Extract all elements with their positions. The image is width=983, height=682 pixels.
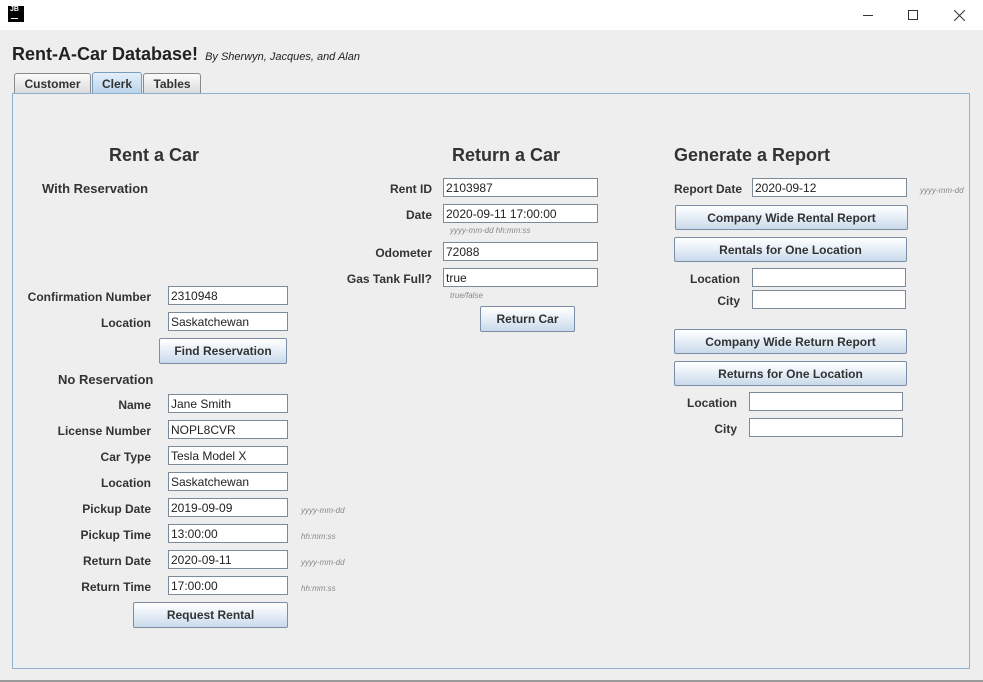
- with-reservation-heading: With Reservation: [42, 181, 149, 196]
- odometer-label: Odometer: [375, 246, 432, 260]
- pickup-date-label: Pickup Date: [82, 502, 151, 516]
- pickup-time-hint: hh:mm:ss: [301, 532, 336, 541]
- rental-report-city-label: City: [717, 294, 740, 308]
- reservation-location-field[interactable]: Saskatchewan: [168, 312, 288, 331]
- rental-location-label: Location: [101, 476, 151, 490]
- return-time-label: Return Time: [81, 580, 151, 594]
- license-number-label: License Number: [57, 424, 151, 438]
- rental-report-location-field[interactable]: [752, 268, 906, 287]
- return-report-location-field[interactable]: [749, 392, 903, 411]
- pickup-time-label: Pickup Time: [80, 528, 151, 542]
- company-wide-rental-report-button[interactable]: Company Wide Rental Report: [675, 205, 908, 230]
- return-date-hint: yyyy-mm-dd: [301, 558, 345, 567]
- report-date-hint: yyyy-mm-dd: [920, 186, 964, 195]
- reservation-location-label: Location: [101, 316, 151, 330]
- return-time-field[interactable]: 17:00:00: [168, 576, 288, 595]
- pickup-date-field[interactable]: 2019-09-09: [168, 498, 288, 517]
- car-type-field[interactable]: Tesla Model X: [168, 446, 288, 465]
- minimize-icon[interactable]: [845, 0, 891, 30]
- app-icon: JB: [8, 6, 24, 22]
- close-icon[interactable]: [936, 0, 982, 30]
- report-date-label: Report Date: [674, 182, 743, 196]
- rental-location-field[interactable]: Saskatchewan: [168, 472, 288, 491]
- gas-tank-hint: true/false: [450, 291, 483, 300]
- return-heading: Return a Car: [452, 145, 561, 165]
- pickup-date-hint: yyyy-mm-dd: [301, 506, 345, 515]
- pickup-time-field[interactable]: 13:00:00: [168, 524, 288, 543]
- tab-customer[interactable]: Customer: [14, 73, 91, 93]
- report-heading: Generate a Report: [674, 145, 831, 165]
- name-field[interactable]: Jane Smith: [168, 394, 288, 413]
- car-type-label: Car Type: [100, 450, 151, 464]
- title-bar: JB: [0, 0, 983, 30]
- return-report-location-label: Location: [687, 396, 737, 410]
- company-wide-return-report-button[interactable]: Company Wide Return Report: [674, 329, 907, 354]
- app-subtitle: By Sherwyn, Jacques, and Alan: [205, 51, 360, 63]
- return-report-city-field[interactable]: [749, 418, 903, 437]
- return-date-time-hint: yyyy-mm-dd hh:mm:ss: [450, 226, 531, 235]
- rental-report-location-label: Location: [690, 272, 740, 286]
- returns-for-one-location-button[interactable]: Returns for One Location: [674, 361, 907, 386]
- odometer-field[interactable]: 72088: [443, 242, 598, 261]
- app-title-text: Rent-A-Car Database!: [12, 44, 199, 64]
- gas-tank-field[interactable]: true: [443, 268, 598, 287]
- confirmation-number-field[interactable]: 2310948: [168, 286, 288, 305]
- tab-clerk[interactable]: Clerk: [92, 72, 142, 94]
- maximize-icon[interactable]: [890, 0, 936, 30]
- no-reservation-heading: No Reservation: [58, 372, 154, 387]
- return-date-field[interactable]: 2020-09-11: [168, 550, 288, 569]
- return-report-city-label: City: [714, 422, 737, 436]
- gas-tank-label: Gas Tank Full?: [346, 272, 432, 286]
- rental-report-city-field[interactable]: [752, 290, 906, 309]
- rent-id-field[interactable]: 2103987: [443, 178, 598, 197]
- return-date-time-label: Date: [405, 208, 432, 222]
- return-date-label: Return Date: [82, 554, 151, 568]
- return-time-hint: hh:mm:ss: [301, 584, 336, 593]
- confirmation-number-label: Confirmation Number: [27, 290, 151, 304]
- request-rental-button[interactable]: Request Rental: [133, 602, 288, 628]
- app-icon-label: JB: [10, 6, 19, 13]
- find-reservation-button[interactable]: Find Reservation: [159, 338, 287, 364]
- tab-tables[interactable]: Tables: [143, 73, 201, 93]
- rent-heading: Rent a Car: [109, 145, 200, 165]
- app-title: Rent-A-Car Database! By Sherwyn, Jacques…: [12, 44, 360, 65]
- rentals-for-one-location-button[interactable]: Rentals for One Location: [674, 237, 907, 262]
- return-car-button[interactable]: Return Car: [480, 306, 575, 332]
- rent-id-label: Rent ID: [390, 182, 432, 196]
- name-label: Name: [118, 398, 151, 412]
- return-date-time-field[interactable]: 2020-09-11 17:00:00: [443, 204, 598, 223]
- license-number-field[interactable]: NOPL8CVR: [168, 420, 288, 439]
- report-date-field[interactable]: 2020-09-12: [752, 178, 907, 197]
